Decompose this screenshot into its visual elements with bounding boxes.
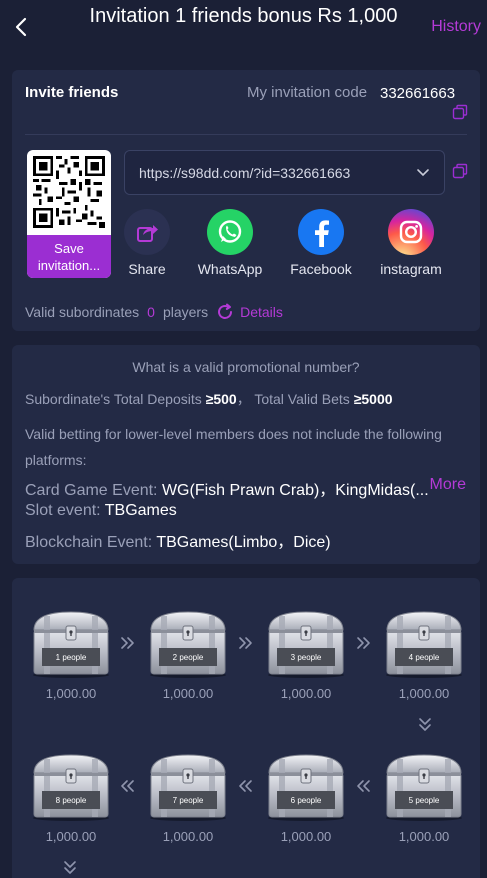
chevron-double-down-icon: [419, 718, 431, 731]
facebook-icon: [298, 209, 344, 255]
save-invitation-button[interactable]: Save invitation...: [27, 235, 111, 278]
instagram-icon: [388, 209, 434, 255]
treasure-chest-icon[interactable]: 1 people: [28, 608, 114, 678]
invitation-code-value: 332661663: [380, 85, 456, 102]
valid-subordinates-count: 0: [147, 304, 155, 320]
chest-label: 3 people: [291, 653, 322, 662]
chevron-double-right-icon: [357, 637, 370, 649]
header: Invitation 1 friends bonus Rs 1,000 Hist…: [0, 0, 487, 56]
facebook-label: Facebook: [290, 261, 352, 277]
event-row-card-game: Card Game Event: WG(Fish Prawn Crab)，Kin…: [25, 476, 429, 500]
valid-subordinates-row: Valid subordinates 0 players Details: [25, 303, 283, 321]
rules-requirements: Subordinate's Total Deposits ≥500， Total…: [25, 389, 393, 409]
instagram-label: instagram: [380, 261, 442, 277]
invitation-code-label: My invitation code: [247, 84, 368, 101]
treasure-chest-icon[interactable]: 4 people: [381, 608, 467, 678]
treasure-chest-icon[interactable]: 3 people: [263, 608, 349, 678]
deposits-value: ≥500: [205, 391, 237, 407]
qr-code-card: Save invitation...: [27, 150, 111, 278]
chevron-double-left-icon: [121, 780, 134, 792]
event-row-blockchain: Blockchain Event: TBGames(Limbo，Dice): [25, 528, 331, 552]
copy-link-icon[interactable]: [452, 163, 468, 179]
instagram-button[interactable]: instagram: [376, 209, 446, 277]
chest-reward-amount: 1,000.00: [162, 686, 214, 701]
chevron-double-left-icon: [239, 780, 252, 792]
treasure-chest-icon[interactable]: 8 people: [28, 751, 114, 821]
deposits-label: Subordinate's Total Deposits: [25, 391, 202, 407]
chest-label: 4 people: [409, 653, 440, 662]
bets-label: Total Valid Bets: [254, 391, 350, 407]
chest-reward-amount: 1,000.00: [45, 686, 97, 701]
chest-label: 5 people: [409, 796, 440, 805]
invite-card: Invite friends My invitation code 332661…: [12, 70, 480, 331]
event-value: TBGames(Limbo，Dice): [156, 534, 331, 551]
chest-reward-amount: 1,000.00: [398, 686, 450, 701]
page-title: Invitation 1 friends bonus Rs 1,000: [89, 5, 398, 27]
whatsapp-label: WhatsApp: [197, 261, 263, 277]
rules-description: Valid betting for lower-level members do…: [25, 426, 442, 468]
qr-code-image: [33, 156, 105, 228]
valid-subordinates-unit: players: [162, 304, 209, 320]
treasure-chest-icon[interactable]: 5 people: [381, 751, 467, 821]
valid-subordinates-label: Valid subordinates: [25, 304, 140, 320]
chest-reward-amount: 1,000.00: [398, 829, 450, 844]
invite-link-select[interactable]: https://s98dd.com/?id=332661663: [124, 150, 445, 195]
event-value: WG(Fish Prawn Crab)，KingMidas(...: [161, 482, 429, 499]
chevron-double-right-icon: [121, 637, 134, 649]
chest-reward-amount: 1,000.00: [280, 829, 332, 844]
event-label: Card Game Event:: [25, 482, 158, 499]
chevron-left-icon: [15, 17, 27, 37]
share-button[interactable]: Share: [123, 209, 171, 277]
treasure-chest-icon[interactable]: 7 people: [145, 751, 231, 821]
whatsapp-button[interactable]: WhatsApp: [195, 209, 265, 277]
back-button[interactable]: [8, 14, 34, 40]
chest-reward-amount: 1,000.00: [280, 686, 332, 701]
event-value: TBGames: [104, 502, 177, 519]
event-label: Slot event:: [25, 502, 101, 519]
more-link[interactable]: More: [430, 476, 466, 494]
copy-code-icon[interactable]: [452, 104, 468, 120]
invite-title: Invite friends: [25, 84, 119, 101]
chest-reward-amount: 1,000.00: [162, 829, 214, 844]
rewards-card: 1 people 1,000.00 2 people 1,000.00 3 people…: [12, 578, 480, 878]
chevron-double-down-icon: [64, 861, 76, 874]
chest-label: 7 people: [173, 796, 204, 805]
treasure-chest-icon[interactable]: 6 people: [263, 751, 349, 821]
chevron-double-left-icon: [357, 780, 370, 792]
treasure-chest-icon[interactable]: 2 people: [145, 608, 231, 678]
facebook-button[interactable]: Facebook: [286, 209, 356, 277]
whatsapp-icon: [207, 209, 253, 255]
share-icon: [124, 209, 170, 255]
chest-label: 6 people: [291, 796, 322, 805]
chest-reward-amount: 1,000.00: [45, 829, 97, 844]
divider: [25, 134, 467, 135]
bets-value: ≥5000: [353, 391, 393, 407]
rules-card: What is a valid promotional number? Subo…: [12, 345, 480, 564]
rules-title: What is a valid promotional number?: [132, 359, 360, 375]
history-link[interactable]: History: [431, 18, 481, 36]
chest-label: 2 people: [173, 653, 204, 662]
chevron-down-icon: [417, 169, 429, 177]
share-label: Share: [128, 261, 166, 277]
separator: ，: [236, 391, 255, 407]
event-label: Blockchain Event:: [25, 534, 153, 551]
event-row-slot: Slot event: TBGames: [25, 502, 177, 520]
chest-label: 1 people: [56, 653, 87, 662]
invite-link-text: https://s98dd.com/?id=332661663: [139, 165, 351, 181]
chevron-double-right-icon: [239, 637, 252, 649]
refresh-icon[interactable]: [216, 303, 234, 321]
chest-label: 8 people: [56, 796, 87, 805]
details-link[interactable]: Details: [240, 304, 283, 320]
